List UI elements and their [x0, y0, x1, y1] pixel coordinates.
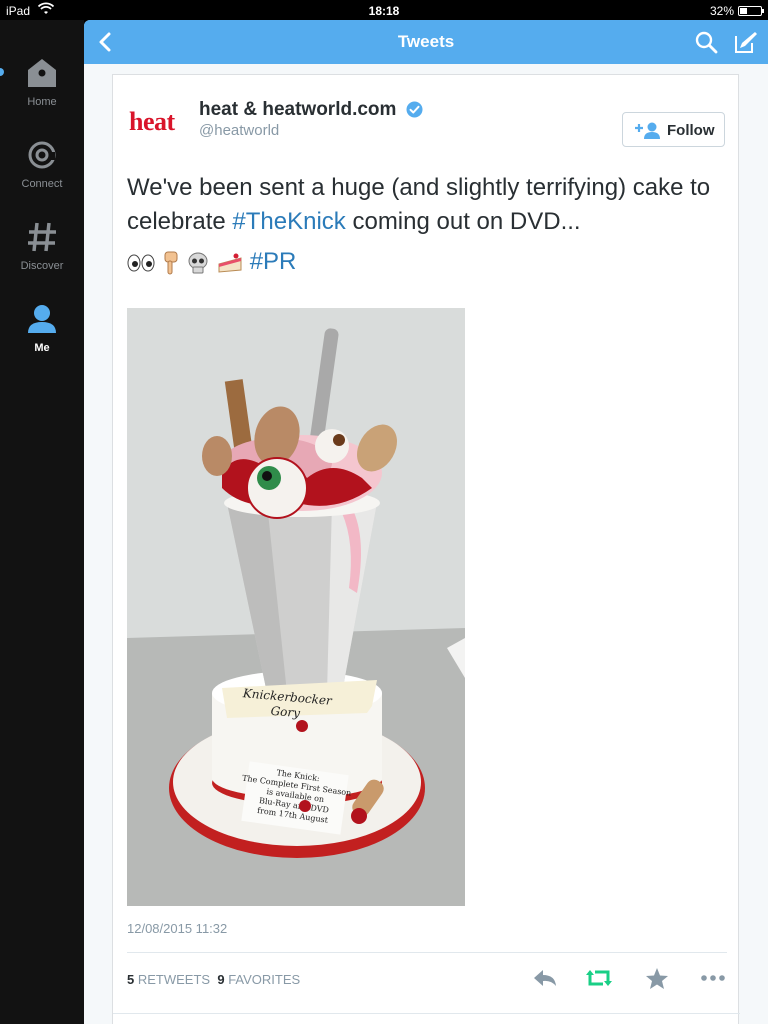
point-down-icon: [164, 251, 178, 275]
reply-icon[interactable]: [531, 966, 559, 990]
person-icon: [28, 305, 56, 333]
author-handle[interactable]: @heatworld: [199, 122, 279, 139]
sidebar: Home Connect Discover Me: [0, 20, 84, 1024]
more-options-icon[interactable]: [699, 966, 727, 990]
tweet-stats: 5 RETWEETS 9 FAVORITES: [127, 972, 300, 987]
status-bar: iPad 18:18 32%: [0, 0, 768, 20]
hash-icon: [28, 222, 56, 252]
emoji-line: #PR: [127, 248, 296, 282]
follow-button[interactable]: Follow: [622, 112, 725, 147]
main-panel: Tweets heat heat & heatworld.com @heatwo…: [84, 20, 768, 1024]
sidebar-item-me[interactable]: Me: [0, 302, 84, 354]
heat-logo[interactable]: heat: [129, 107, 175, 137]
author-name-text: heat & heatworld.com: [199, 99, 397, 120]
skull-icon: [188, 252, 208, 274]
tweet-photo[interactable]: The Knick: The Complete First Season is …: [127, 308, 465, 906]
favorite-count[interactable]: 9: [217, 972, 224, 987]
author-name[interactable]: heat & heatworld.com: [199, 99, 423, 121]
sidebar-item-label: Connect: [21, 178, 63, 190]
follow-label: Follow: [667, 122, 715, 139]
sidebar-item-label: Me: [34, 342, 50, 354]
home-icon: [28, 59, 56, 87]
clock: 18:18: [368, 4, 400, 18]
tweet-text: We've been sent a huge (and slightly ter…: [127, 171, 727, 239]
page-title: Tweets: [397, 32, 455, 51]
sidebar-item-home[interactable]: Home: [0, 56, 84, 108]
search-icon[interactable]: [694, 30, 718, 54]
at-icon: [28, 141, 56, 169]
compose-tweet-icon[interactable]: [732, 30, 758, 56]
retweets-label[interactable]: RETWEETS: [138, 972, 210, 987]
sidebar-item-label: Discover: [20, 260, 64, 272]
favorites-label[interactable]: FAVORITES: [228, 972, 300, 987]
banner-text-line2: Gory: [270, 704, 301, 721]
battery-percent: 32%: [709, 4, 734, 18]
hashtag-link-pr[interactable]: #PR: [250, 248, 297, 275]
verified-badge-icon: [406, 101, 423, 118]
sidebar-item-discover[interactable]: Discover: [0, 220, 84, 272]
sidebar-item-label: Home: [27, 96, 57, 108]
hashtag-link-theknick[interactable]: #TheKnick: [232, 208, 345, 235]
battery-icon: [738, 6, 764, 16]
cake-icon: [218, 253, 242, 273]
divider: [113, 1013, 740, 1014]
sidebar-item-connect[interactable]: Connect: [0, 138, 84, 190]
favorite-star-icon[interactable]: [643, 966, 671, 990]
eyes-icon: [127, 254, 155, 272]
retweet-icon[interactable]: [585, 966, 613, 990]
top-navigation-bar: Tweets: [84, 20, 768, 64]
divider: [127, 952, 727, 953]
tweet-text-suffix: coming out on DVD...: [345, 208, 581, 235]
add-user-icon: [635, 122, 660, 139]
cake-photo-image: The Knick: The Complete First Season is …: [127, 308, 465, 906]
tweet-timestamp: 12/08/2015 11:32: [127, 921, 228, 936]
retweet-count[interactable]: 5: [127, 972, 134, 987]
tweet-detail-card: heat heat & heatworld.com @heatworld Fol…: [112, 74, 740, 1024]
